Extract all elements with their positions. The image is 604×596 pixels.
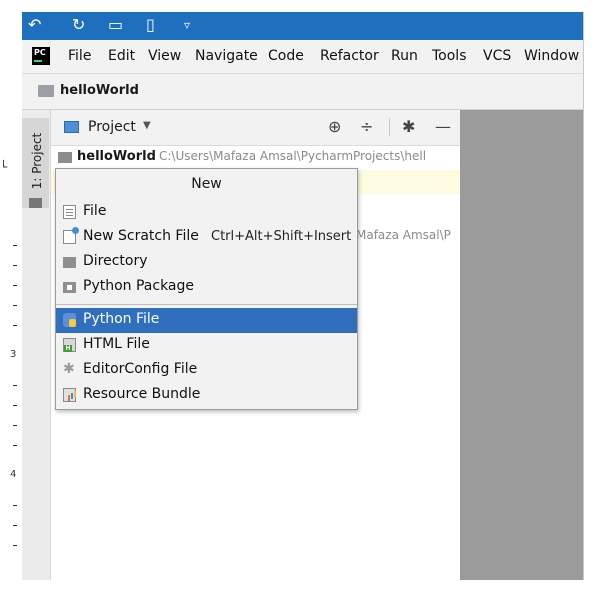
python-file-icon — [63, 313, 76, 327]
navigation-bar: helloWorld — [22, 74, 584, 110]
chevron-down-icon[interactable]: ▼ — [143, 120, 151, 131]
undo-icon[interactable]: ↶ — [28, 15, 41, 35]
tool-window-stripe: 1: Project — [22, 110, 51, 580]
project-view-selector[interactable]: Project — [88, 119, 136, 135]
menu-refactor[interactable]: Refactor — [320, 48, 379, 64]
folder-icon — [29, 198, 42, 208]
python-package-icon — [63, 282, 76, 293]
tree-row-root[interactable]: helloWorld C:\Users\Mafaza Amsal\Pycharm… — [51, 146, 460, 168]
menu-item-resource-bundle[interactable]: Resource Bundle — [56, 383, 357, 408]
project-view-icon — [64, 121, 79, 133]
menu-code[interactable]: Code — [268, 48, 304, 64]
menu-item-directory[interactable]: Directory — [56, 250, 357, 275]
more-icon[interactable]: ▿ — [184, 15, 190, 35]
resource-bundle-icon — [63, 388, 76, 402]
menu-item-label: EditorConfig File — [83, 361, 198, 377]
menu-item-label: File — [83, 203, 107, 219]
file-icon — [63, 205, 76, 219]
menu-navigate[interactable]: Navigate — [195, 48, 258, 64]
project-tool-tab[interactable]: 1: Project — [22, 118, 49, 208]
project-panel-header: Project ▼ ⊕ ÷ ✱ — — [51, 110, 460, 146]
editorconfig-icon: ✱ — [63, 361, 75, 377]
menu-item-label: Directory — [83, 253, 148, 269]
open-icon[interactable]: ▭ — [108, 15, 123, 35]
menu-run[interactable]: Run — [391, 48, 418, 64]
new-popup-menu: New File New Scratch File Ctrl+Alt+Shift… — [55, 168, 358, 410]
menu-item-python-package[interactable]: Python Package — [56, 275, 357, 300]
locate-icon[interactable]: ⊕ — [328, 117, 341, 136]
folder-icon — [63, 257, 76, 268]
breadcrumb-project[interactable]: helloWorld — [60, 83, 139, 98]
html-file-icon — [63, 338, 76, 352]
ruler-number: 3 — [10, 349, 17, 360]
partial-path-text: Mafaza Amsal\P — [356, 228, 451, 242]
popup-title: New — [191, 176, 222, 192]
menu-item-label: New Scratch File — [83, 228, 199, 244]
folder-icon — [38, 85, 54, 97]
menu-item-label: Python File — [83, 311, 160, 327]
menu-vcs[interactable]: VCS — [483, 48, 511, 64]
project-tool-tab-label: 1: Project — [30, 132, 44, 190]
pycharm-logo-icon: PC — [32, 47, 50, 65]
menu-item-html-file[interactable]: HTML File — [56, 333, 357, 358]
menu-item-label: HTML File — [83, 336, 150, 352]
window-right-border — [583, 12, 584, 580]
menu-item-shortcut: Ctrl+Alt+Shift+Insert — [211, 229, 352, 244]
toolbar-separator — [389, 118, 390, 136]
menu-window[interactable]: Window — [524, 48, 579, 64]
ruler-corner-mark: └ — [0, 160, 8, 174]
menu-item-label: Resource Bundle — [83, 386, 201, 402]
menu-item-file[interactable]: File — [56, 200, 357, 225]
editor-area — [460, 110, 584, 580]
menu-tools[interactable]: Tools — [432, 48, 467, 64]
scratch-file-icon — [63, 227, 79, 244]
redo-icon[interactable]: ↻ — [72, 15, 85, 35]
menu-item-label: Python Package — [83, 278, 195, 294]
menu-item-python-file[interactable]: Python File — [56, 308, 357, 333]
menu-separator — [56, 304, 357, 305]
menu-file[interactable]: File — [68, 48, 91, 64]
menu-item-editorconfig-file[interactable]: ✱ EditorConfig File — [56, 358, 357, 383]
ruler-number: 4 — [10, 469, 17, 480]
tree-root-name: helloWorld — [77, 149, 156, 164]
hide-icon[interactable]: — — [435, 117, 451, 136]
tree-root-path: C:\Users\Mafaza Amsal\PycharmProjects\he… — [159, 149, 427, 163]
menu-item-new-scratch-file[interactable]: New Scratch File Ctrl+Alt+Shift+Insert — [56, 225, 357, 250]
menu-view[interactable]: View — [148, 48, 181, 64]
menu-bar: PC File Edit View Navigate Code Refactor… — [22, 40, 584, 74]
folder-icon — [58, 152, 72, 163]
window-title-bar: ↶ ↻ ▭ ▯ ▿ — [22, 12, 584, 40]
collapse-all-icon[interactable]: ÷ — [360, 117, 373, 136]
new-icon[interactable]: ▯ — [146, 15, 155, 35]
gear-icon[interactable]: ✱ — [402, 117, 415, 136]
menu-edit[interactable]: Edit — [108, 48, 135, 64]
